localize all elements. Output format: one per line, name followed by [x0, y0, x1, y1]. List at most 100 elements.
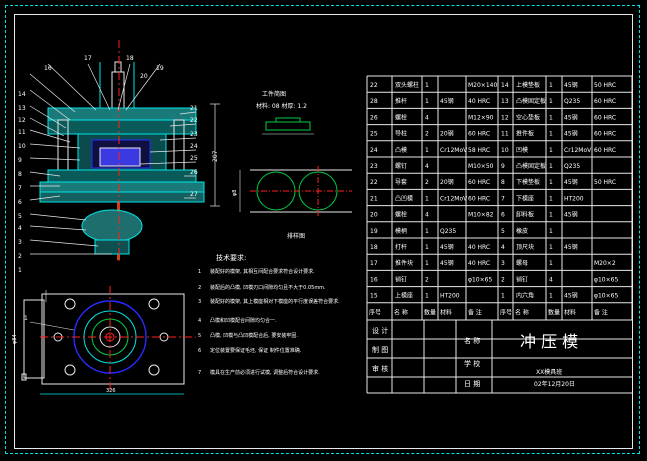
bom-left-cell: 螺栓: [395, 211, 407, 219]
bom-right-cell: 1: [549, 147, 553, 154]
part-drawing: 工件简图 材料: 08 材厚: 1.2: [256, 90, 314, 135]
bom-right-cell: 凸模固定板: [516, 97, 546, 105]
bom-right-cell: 1: [501, 293, 505, 300]
bom-right-cell: 1: [549, 82, 553, 89]
bom-left-cell: M20×140: [468, 82, 497, 89]
bom-left-cell: Cr12MoV: [440, 195, 468, 202]
bom-right-cell: 3: [501, 260, 505, 267]
bom-right-cell: 60 HRC: [594, 114, 616, 121]
bom-right-cell: 下模垫板: [516, 178, 540, 186]
plan-callout: 1: [24, 315, 28, 322]
bom-left-cell: 1: [425, 82, 429, 89]
bom-left-cell: M12×90: [468, 114, 494, 121]
bom-header-cell: 名 称: [394, 308, 408, 316]
bom-left-cell: 1: [425, 293, 429, 300]
callout-right: 27: [190, 191, 198, 198]
bom-right-cell: 1: [549, 195, 553, 202]
requirement-text: 凸模, 凹模与凸凹模配合后, 要安装牢固.: [210, 332, 298, 339]
bom-right-cell: φ10×65: [594, 276, 618, 283]
bom-right-cell: 9: [501, 163, 505, 170]
bom-right-cell: 上模垫板: [516, 81, 540, 89]
bom-left-cell: 23: [370, 163, 378, 170]
requirement-number: 7: [198, 370, 201, 376]
bom-header-cell: 材料: [440, 308, 452, 316]
title-review-label: 审 核: [372, 364, 388, 373]
callout-right: 25: [190, 155, 198, 162]
bom-left-cell: 15: [370, 293, 378, 300]
bom-right-cell: 1: [549, 98, 553, 105]
requirement-number: 5: [198, 333, 201, 339]
bom-left-cell: 1: [425, 260, 429, 267]
strip-layout: φ8 排样图: [232, 166, 352, 240]
bom-left-cell: 4: [425, 114, 429, 121]
bom-left-cell: 1: [425, 228, 429, 235]
bom-left-cell: 25: [370, 131, 378, 138]
title-design-label: 设 计: [372, 326, 388, 335]
bom-right-cell: 50 HRC: [594, 82, 616, 89]
title-block-grid: [366, 319, 632, 394]
requirement-number: 4: [198, 318, 201, 324]
title-school: XX模具班: [536, 368, 562, 376]
technical-requirements: 技术要求: 1 装配好的模架, 其相互间配合要求符合设计要求. 2 装配后的凸模…: [198, 253, 340, 376]
callout-right: 26: [190, 169, 198, 176]
requirement-text: 装配后的凸模, 凹模刃口间隙均匀且不大于0.05mm.: [210, 284, 326, 291]
callout-left: 14: [18, 91, 26, 98]
bom-left-cell: 40 HRC: [468, 260, 490, 267]
bom-left-cell: 螺钉: [395, 162, 407, 170]
bom-right-cell: 螺母: [516, 259, 528, 267]
requirement-number: 6: [198, 348, 201, 354]
bom-right-cell: 60 HRC: [594, 131, 616, 138]
bom-right-cell: 销钉: [516, 275, 528, 283]
bom-left-cell: HT200: [440, 293, 460, 300]
layout-label: 排样图: [287, 232, 305, 240]
bom-right-cell: 橡皮: [516, 227, 528, 235]
bom-right-cell: 14: [501, 82, 509, 89]
title-name-label: 名 称: [464, 336, 480, 345]
callout-left: 8: [18, 171, 22, 178]
bom-right-cell: 凸模固定板: [516, 162, 546, 170]
requirements-title: 技术要求:: [216, 253, 246, 262]
bom-left-cell: 60 HRC: [468, 179, 490, 186]
callout-left: 12: [18, 117, 26, 124]
bom-right-cell: 卸料板: [516, 211, 534, 219]
bom-right-cell: 13: [501, 98, 509, 105]
bom-right-cell: 45钢: [564, 243, 578, 251]
bom-right-cell: M20×2: [594, 260, 616, 267]
bom-right-cell: 下模座: [516, 194, 534, 202]
bom-left-cell: 导柱: [395, 130, 407, 138]
title-drawing-label: 制 图: [372, 345, 388, 354]
requirement-text: 装配好的模架, 其上模座相对下模座的平行度误差符合要求.: [210, 298, 340, 305]
requirement-text: 凸模和凹模配合间隙均匀合一.: [210, 317, 277, 324]
callout-left: 5: [18, 213, 22, 220]
callout-left: 10: [18, 143, 26, 150]
requirement-text: 装配好的模架, 其相互间配合要求符合设计要求.: [210, 268, 315, 275]
bom-right-cell: 45钢: [564, 178, 578, 186]
bom-left-cell: 21: [370, 195, 378, 202]
bom-right-cell: 凹模: [516, 146, 528, 154]
callout-right: 22: [190, 117, 198, 124]
bom-right-cell: Q235: [564, 163, 580, 170]
bom-left-cell: 26: [370, 114, 378, 121]
bom-right-cell: 5: [501, 228, 505, 235]
callout-left: 3: [18, 239, 22, 246]
bom-left-cell: Cr12MoV: [440, 147, 468, 154]
callout-top: 17: [84, 55, 92, 62]
bom-left-cell: 22: [370, 82, 378, 89]
strip-width-dimension: φ8: [232, 190, 238, 196]
bom-left-cell: 17: [370, 260, 378, 267]
bom-header-cell: 材料: [564, 308, 576, 316]
bom-left-cell: M10×50: [468, 163, 494, 170]
bom-left-cell: 28: [370, 98, 378, 105]
bom-left-cell: 24: [370, 147, 378, 154]
bom-left-cell: 20钢: [440, 130, 454, 138]
bom-right-cell: 1: [549, 163, 553, 170]
bom-right-cell: 1: [549, 212, 553, 219]
requirement-number: 3: [198, 299, 201, 305]
bom-left-cell: M10×82: [468, 212, 494, 219]
bom-right-cell: 内六角: [516, 292, 534, 300]
bom-left-cell: 2: [425, 276, 429, 283]
bom-right-cell: 60 HRC: [594, 147, 616, 154]
bom-header-cell: 序号: [369, 308, 381, 316]
bom-left-cell: 销钉: [395, 275, 407, 283]
title-block: 设 计 制 图 审 核 名 称 冲 压 模 学 校 XX模具班 日 期 02年1…: [372, 326, 578, 388]
